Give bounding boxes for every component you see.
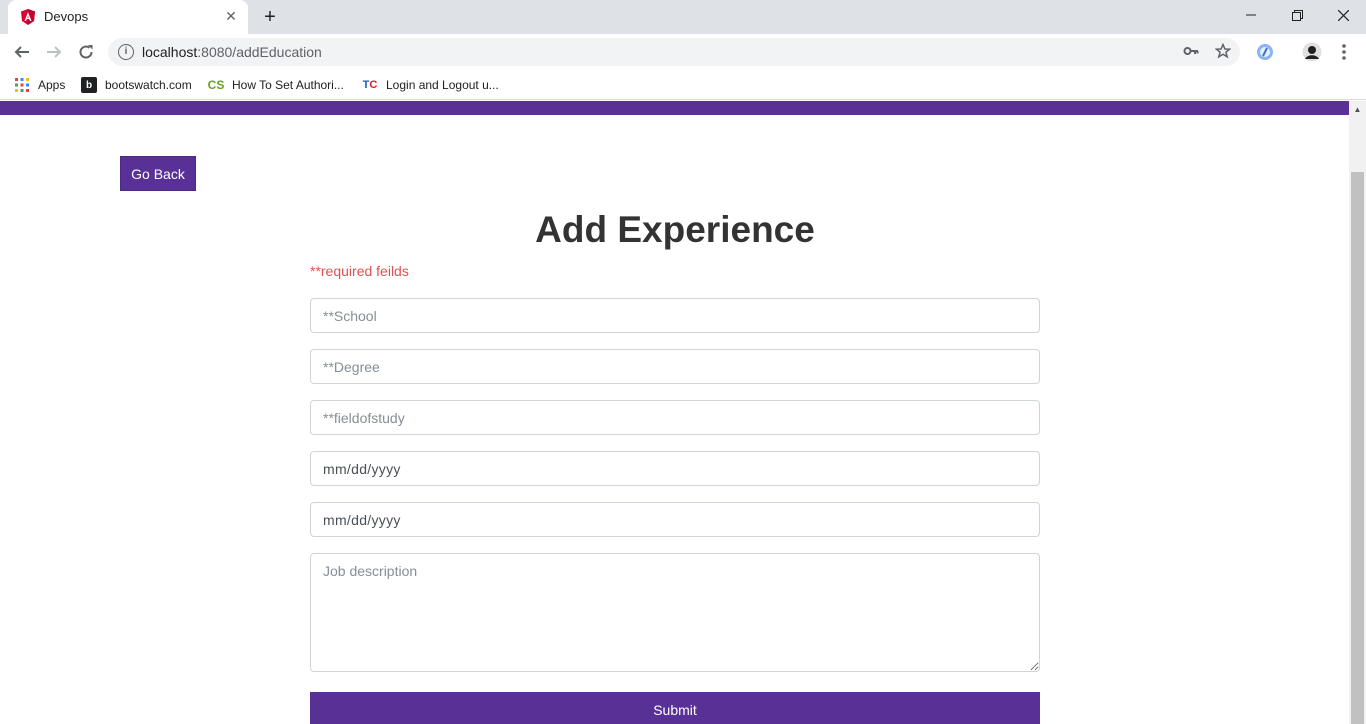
address-bar[interactable]: i localhost:8080/addEducation: [108, 38, 1240, 66]
close-window-icon[interactable]: [1320, 0, 1366, 30]
date-format-text: mm/dd/yyyy: [323, 460, 401, 477]
page-viewport: Go Back Add Experience **required feilds…: [0, 101, 1366, 724]
reload-icon[interactable]: [74, 40, 98, 64]
minimize-icon[interactable]: [1228, 0, 1274, 30]
info-icon[interactable]: i: [118, 44, 134, 60]
degree-input[interactable]: [310, 349, 1040, 384]
navbar-strip: [0, 101, 1349, 115]
profile-avatar-icon[interactable]: [1302, 42, 1322, 62]
fieldofstudy-input[interactable]: [310, 400, 1040, 435]
bookmark-label: Apps: [38, 78, 66, 92]
tc-icon: TC: [362, 79, 378, 91]
go-back-button[interactable]: Go Back: [120, 156, 196, 191]
cs-icon: CS: [207, 78, 225, 92]
page-title: Add Experience: [535, 209, 815, 250]
bookmarks-bar: Apps b bootswatch.com CS How To Set Auth…: [0, 70, 1366, 100]
scroll-thumb[interactable]: [1351, 172, 1364, 724]
url-text: localhost:8080/addEducation: [142, 44, 322, 60]
bookmark-label: bootswatch.com: [105, 78, 192, 92]
tab-title: Devops: [44, 9, 89, 24]
extension-icon[interactable]: [1255, 42, 1275, 62]
bootswatch-icon: b: [81, 77, 97, 93]
required-note: **required feilds: [310, 263, 409, 279]
bookmark-label: Login and Logout u...: [386, 78, 499, 92]
job-description-textarea[interactable]: [310, 553, 1040, 672]
apps-grid-icon: [15, 78, 29, 92]
bookmark-apps[interactable]: Apps: [14, 76, 65, 94]
angular-icon: [21, 9, 35, 25]
bookmark-how-to-set[interactable]: CS How To Set Authori...: [208, 76, 344, 94]
scrollbar[interactable]: ▲: [1349, 101, 1366, 724]
star-icon[interactable]: [1214, 42, 1232, 61]
submit-button[interactable]: Submit: [310, 692, 1040, 724]
school-input[interactable]: [310, 298, 1040, 333]
back-arrow-icon[interactable]: [10, 40, 34, 64]
close-tab-icon[interactable]: ✕: [222, 7, 240, 25]
forward-arrow-icon[interactable]: [42, 40, 66, 64]
date-format-text: mm/dd/yyyy: [323, 511, 401, 528]
to-date-input[interactable]: mm/dd/yyyy: [310, 502, 1040, 537]
browser-toolbar: i localhost:8080/addEducation: [0, 34, 1366, 70]
bookmark-login-logout[interactable]: TC Login and Logout u...: [362, 76, 499, 94]
tab-strip: Devops ✕ +: [0, 0, 1366, 34]
key-icon[interactable]: [1182, 43, 1200, 61]
restore-icon[interactable]: [1274, 0, 1320, 30]
menu-dots-icon[interactable]: [1334, 42, 1354, 62]
bookmark-bootswatch[interactable]: b bootswatch.com: [81, 76, 192, 94]
from-date-input[interactable]: mm/dd/yyyy: [310, 451, 1040, 486]
bookmark-label: How To Set Authori...: [232, 78, 344, 92]
new-tab-icon[interactable]: +: [258, 5, 282, 29]
browser-tab[interactable]: Devops ✕: [8, 0, 248, 34]
scroll-up-arrow-icon[interactable]: ▲: [1349, 101, 1366, 118]
